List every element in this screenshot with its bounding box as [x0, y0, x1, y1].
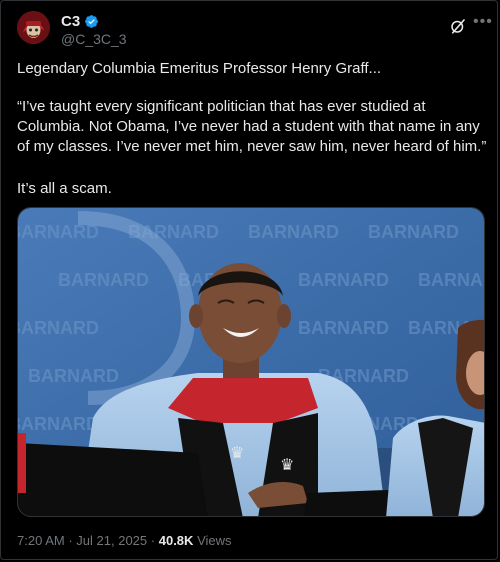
avatar-image: [17, 11, 50, 44]
svg-text:♛: ♛: [280, 455, 294, 474]
author-handle[interactable]: @C_3C_3: [61, 31, 127, 47]
post-time[interactable]: 7:20 AM: [17, 533, 65, 548]
svg-text:BARNARD: BARNARD: [28, 366, 119, 386]
svg-text:♛: ♛: [230, 443, 244, 462]
verified-badge-icon: [85, 15, 99, 28]
svg-text:BARNARD: BARNARD: [418, 270, 485, 290]
author-row: C3: [61, 13, 99, 30]
post-card: C3 @C_3C_3 ••• Legendary Columbia Emerit…: [0, 0, 498, 560]
svg-text:BARNARD: BARNARD: [298, 270, 389, 290]
svg-text:BARNARD: BARNARD: [248, 222, 339, 242]
post-text-closing: It’s all a scam.: [17, 180, 112, 197]
post-text-quote: “I’ve taught every significant politicia…: [17, 98, 487, 155]
grok-icon[interactable]: [449, 17, 467, 35]
post-meta: 7:20 AM · Jul 21, 2025 · 40.8K Views: [17, 533, 232, 548]
meta-separator: ·: [68, 533, 73, 548]
post-header: C3 @C_3C_3 •••: [17, 11, 492, 47]
svg-text:BARNARD: BARNARD: [18, 318, 99, 338]
views-label: Views: [197, 533, 232, 548]
post-text-intro: Legendary Columbia Emeritus Professor He…: [17, 60, 382, 77]
post-date[interactable]: Jul 21, 2025: [76, 533, 147, 548]
svg-text:BARNARD: BARNARD: [58, 270, 149, 290]
svg-text:BARNARD: BARNARD: [368, 222, 459, 242]
more-icon[interactable]: •••: [473, 14, 493, 30]
meta-separator-2: ·: [150, 533, 156, 548]
avatar[interactable]: [17, 11, 50, 44]
views-count: 40.8K: [158, 533, 194, 548]
post-image[interactable]: BARNARD BARNARD BARNARD BARNARD BARNARD …: [17, 207, 485, 517]
svg-text:BARNARD: BARNARD: [18, 414, 99, 434]
svg-text:BARNARD: BARNARD: [298, 318, 389, 338]
author-name[interactable]: C3: [61, 13, 80, 30]
commencement-photo: BARNARD BARNARD BARNARD BARNARD BARNARD …: [18, 208, 485, 516]
